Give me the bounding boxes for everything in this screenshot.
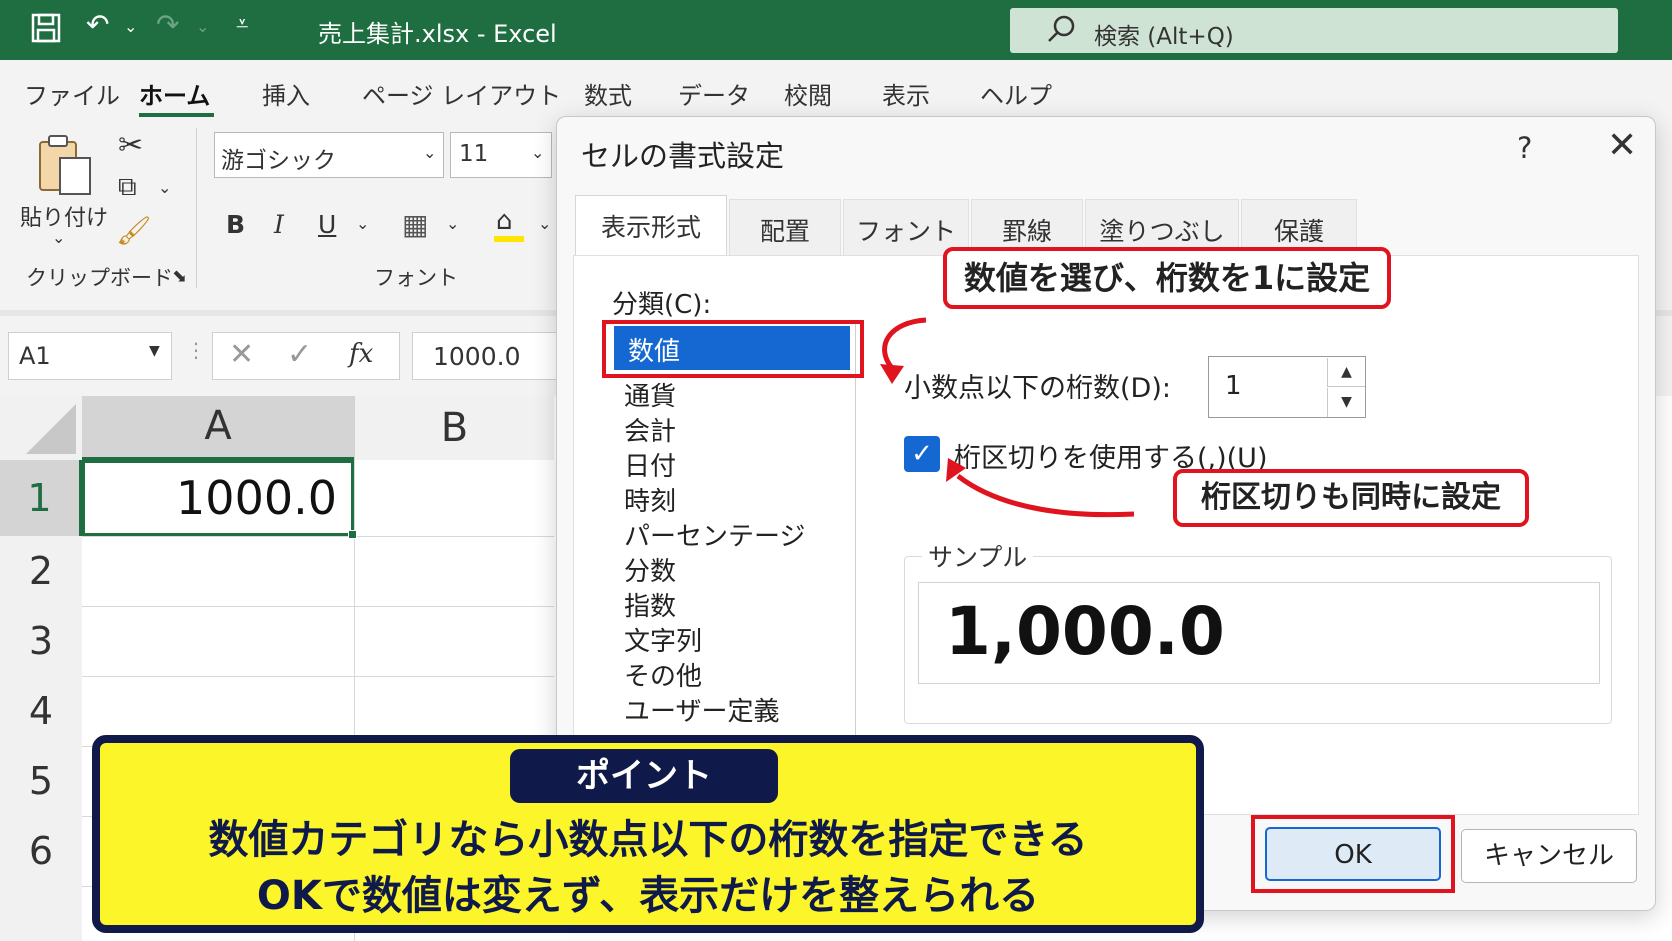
dialog-title: セルの書式設定 <box>581 139 785 173</box>
row-header-6[interactable]: 6 <box>0 816 82 886</box>
clipboard-group-label: クリップボード <box>26 266 173 290</box>
gridline <box>82 606 554 607</box>
window-title: 売上集計.xlsx - Excel <box>318 20 557 48</box>
gridline <box>82 676 554 677</box>
gridline <box>82 536 554 537</box>
point-badge: ポイント <box>510 749 778 803</box>
tab-insert[interactable]: 挿入 <box>262 76 310 111</box>
tab-formulas[interactable]: 数式 <box>584 76 632 111</box>
tab-page-layout[interactable]: ページ レイアウト <box>362 76 561 111</box>
redo-icon[interactable]: ↷ <box>156 8 179 42</box>
confirm-entry-icon[interactable]: ✓ <box>287 337 312 372</box>
column-header-a[interactable]: A <box>82 396 354 460</box>
callout-thousands-separator: 桁区切りも同時に設定 <box>1173 469 1529 527</box>
tab-number-format[interactable]: 表示形式 <box>575 195 727 257</box>
point-line-1: 数値カテゴリなら小数点以下の桁数を指定できる <box>208 817 1088 863</box>
tab-home[interactable]: ホーム <box>139 76 210 111</box>
fill-color-dropdown-icon[interactable]: ⌄ <box>538 214 551 233</box>
select-all-corner[interactable] <box>0 396 82 460</box>
ribbon-separator <box>196 128 197 288</box>
fill-handle[interactable] <box>348 530 357 539</box>
point-line-2: OKで数値は変えず、表示だけを整えられる <box>256 873 1040 919</box>
row-header-4[interactable]: 4 <box>0 676 82 746</box>
underline-button[interactable]: U <box>318 210 336 239</box>
cancel-button[interactable]: キャンセル <box>1461 829 1637 883</box>
cut-icon[interactable]: ✂ <box>118 128 143 163</box>
borders-dropdown-icon[interactable]: ⌄ <box>446 214 459 233</box>
save-icon[interactable] <box>30 12 62 52</box>
formula-value: 1000.0 <box>433 342 521 371</box>
font-size-dropdown[interactable]: 11 ⌄ <box>450 132 552 178</box>
number-format-panel: 分類(C): 数値 通貨 会計 日付 時刻 パーセンテージ 分数 指数 文字列 … <box>573 255 1639 815</box>
chevron-down-icon: ▼ <box>149 343 160 359</box>
font-size-value: 11 <box>459 141 489 167</box>
search-placeholder: 検索 (Alt+Q) <box>1094 24 1234 50</box>
tab-alignment[interactable]: 配置 <box>729 199 841 255</box>
undo-icon[interactable]: ↶ <box>86 8 109 42</box>
row-header-1[interactable]: 1 <box>0 460 82 536</box>
title-bar: ↶ ⌄ ↷ ⌄ ⩡ 売上集計.xlsx - Excel 検索 (Alt+Q) <box>0 0 1672 60</box>
formula-buttons: ✕ ✓ fx <box>212 332 400 380</box>
row-header-3[interactable]: 3 <box>0 606 82 676</box>
tab-data[interactable]: データ <box>678 76 750 111</box>
callout-arrows <box>880 317 1135 518</box>
paste-dropdown-icon[interactable]: ⌄ <box>52 228 65 247</box>
insert-function-icon[interactable]: fx <box>349 339 373 369</box>
cell-a1[interactable]: 1000.0 <box>82 460 357 539</box>
tab-view[interactable]: 表示 <box>882 76 930 111</box>
tab-review[interactable]: 校閲 <box>784 76 832 111</box>
tab-help[interactable]: ヘルプ <box>980 76 1052 111</box>
row-header-2[interactable]: 2 <box>0 536 82 606</box>
tab-file[interactable]: ファイル <box>24 76 120 111</box>
clipboard-launcher-icon[interactable]: ⬊ <box>172 266 187 287</box>
search-box[interactable]: 検索 (Alt+Q) <box>1010 8 1618 53</box>
search-icon <box>1046 13 1078 52</box>
fill-color-swatch <box>494 236 524 242</box>
name-box-value: A1 <box>19 342 51 370</box>
font-name-dropdown[interactable]: 游ゴシック ⌄ <box>214 132 444 178</box>
paste-icon[interactable] <box>34 132 96 202</box>
point-box: ポイント 数値カテゴリなら小数点以下の桁数を指定できる OKで数値は変えず、表示… <box>92 735 1204 933</box>
copy-dropdown-icon[interactable]: ⌄ <box>158 178 171 197</box>
bold-button[interactable]: B <box>226 210 245 239</box>
format-painter-icon[interactable]: 🖌 <box>116 214 152 247</box>
chevron-down-icon: ⌄ <box>423 143 437 162</box>
formula-input[interactable]: 1000.0 <box>412 332 556 380</box>
close-icon[interactable]: ✕ <box>1607 125 1637 166</box>
redo-dropdown-icon[interactable]: ⌄ <box>196 10 209 44</box>
row-header-5[interactable]: 5 <box>0 746 82 816</box>
font-name-value: 游ゴシック <box>221 148 336 174</box>
active-tab-underline <box>139 113 214 117</box>
italic-button[interactable]: I <box>274 210 284 239</box>
menu-bar: ファイル ホーム 挿入 ページ レイアウト 数式 データ 校閲 表示 ヘルプ <box>0 60 1672 122</box>
name-box[interactable]: A1 ▼ <box>8 332 172 380</box>
undo-dropdown-icon[interactable]: ⌄ <box>124 10 137 44</box>
customize-toolbar-icon[interactable]: ⩡ <box>236 8 248 42</box>
callout-select-number: 数値を選び、桁数を1に設定 <box>943 247 1391 309</box>
cancel-entry-icon[interactable]: ✕ <box>229 337 254 372</box>
font-group-label: フォント <box>374 266 458 290</box>
column-header-b[interactable]: B <box>354 396 554 460</box>
underline-dropdown-icon[interactable]: ⌄ <box>356 214 369 233</box>
more-options-icon: ⋮ <box>186 338 206 362</box>
borders-icon[interactable]: ▦ <box>402 208 428 241</box>
ok-button[interactable]: OK <box>1265 827 1441 881</box>
fill-color-icon[interactable]: ⌂ <box>496 206 513 236</box>
copy-icon[interactable]: ⧉ <box>118 172 137 203</box>
row-header-7[interactable] <box>0 886 82 941</box>
cell-a1-value: 1000.0 <box>176 471 337 525</box>
help-button[interactable]: ? <box>1517 131 1532 165</box>
chevron-down-icon: ⌄ <box>531 143 545 162</box>
